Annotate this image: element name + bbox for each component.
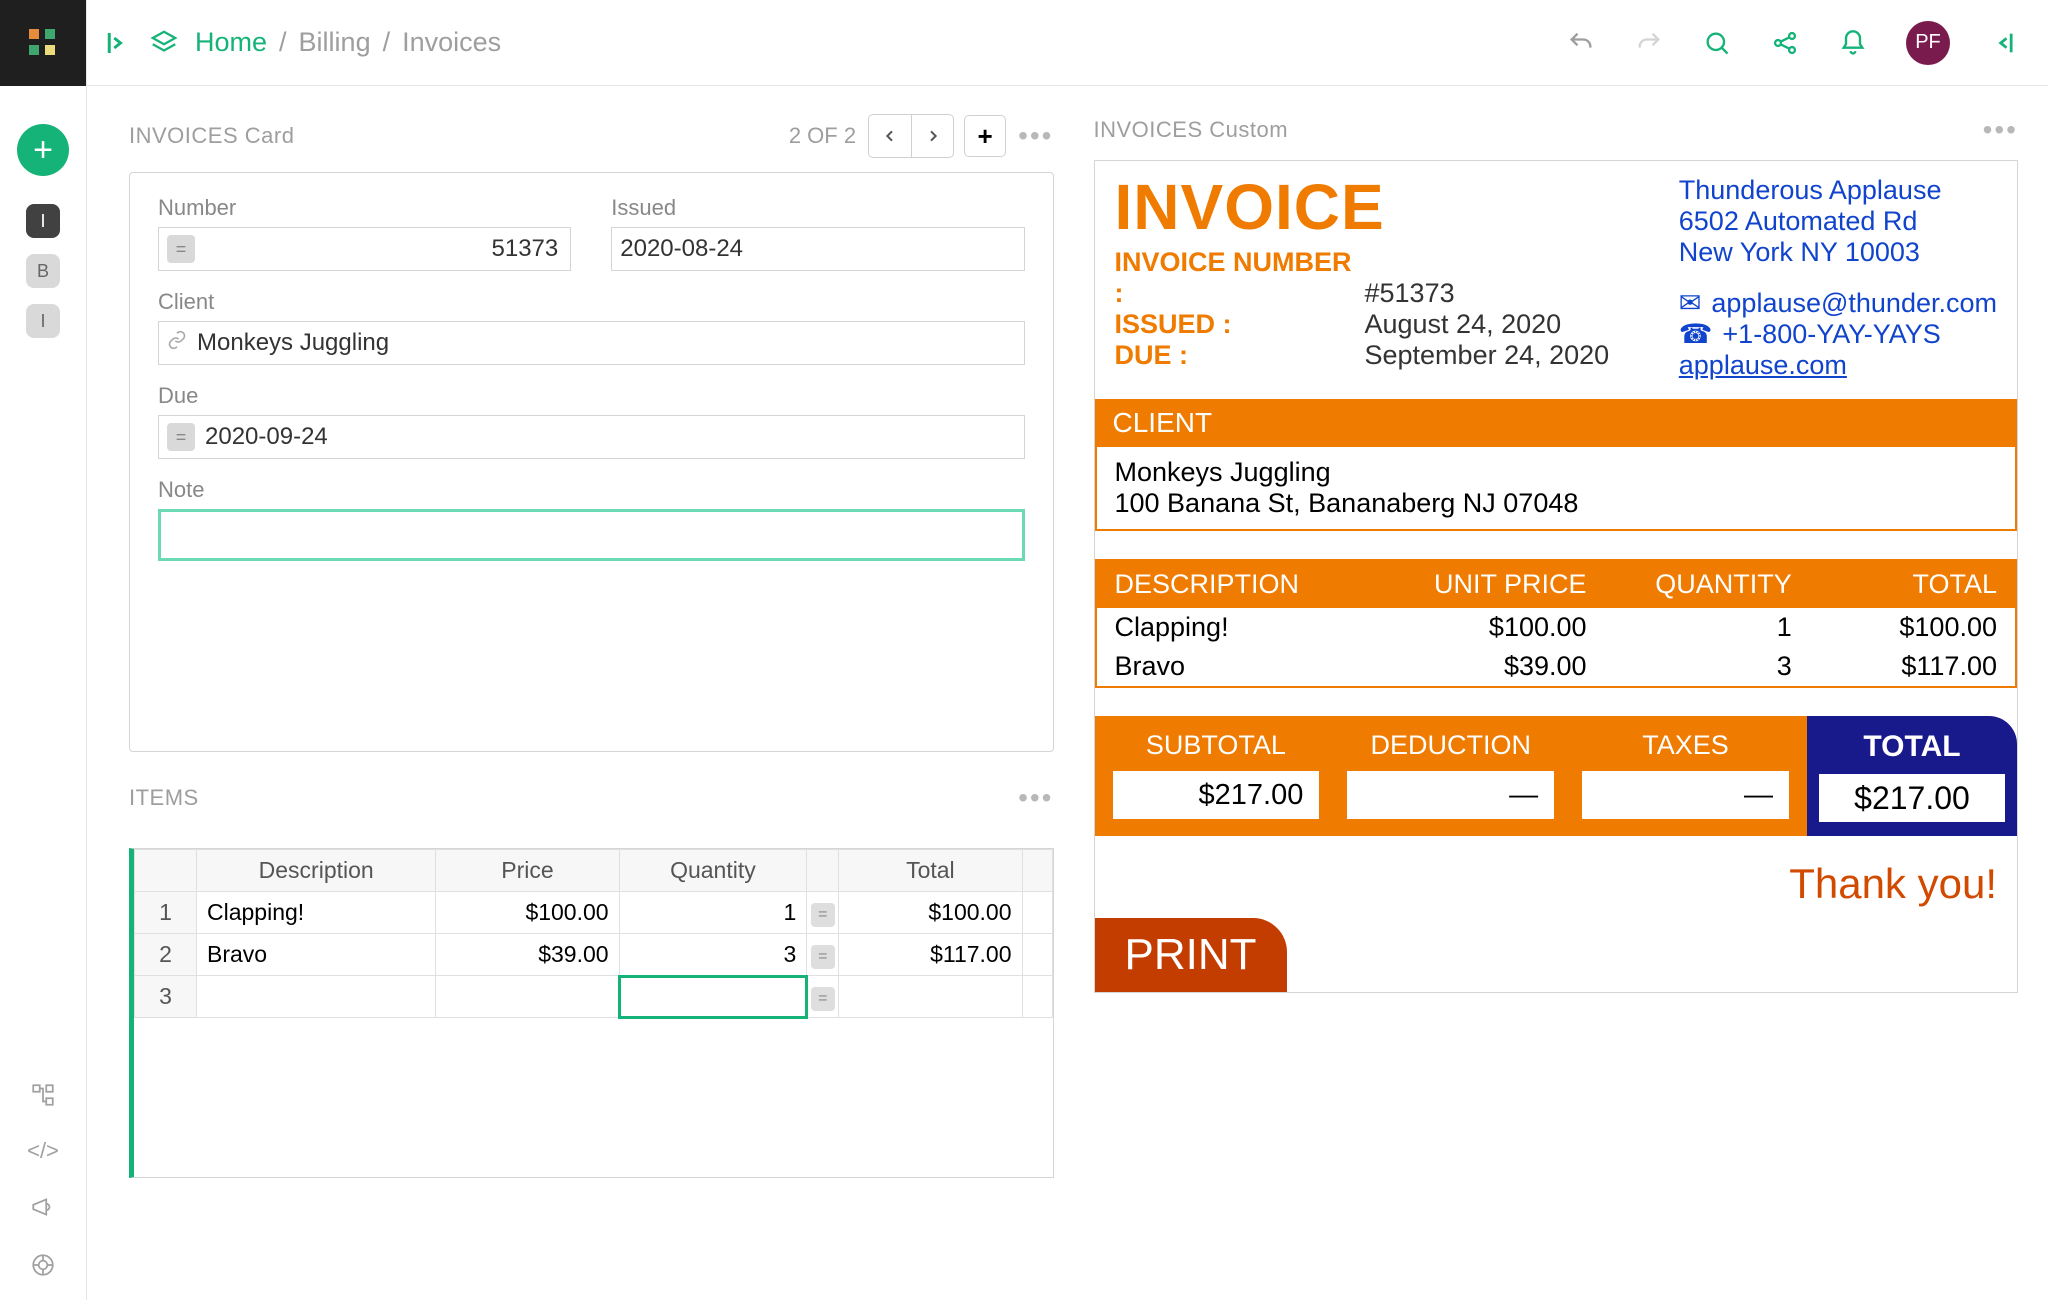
equals-icon: = [811,945,835,969]
pager [868,114,954,158]
total-value: $217.00 [1819,774,2005,822]
table-row[interactable]: 2 Bravo $39.00 3 = $117.00 [135,934,1053,976]
breadcrumb-invoices[interactable]: Invoices [402,27,501,58]
invoice-row: Bravo $39.00 3 $117.00 [1097,647,2016,686]
table-row[interactable]: 1 Clapping! $100.00 1 = $100.00 [135,892,1053,934]
sidebar-bottom-tools: </> [0,1080,86,1280]
due-input[interactable]: = 2020-09-24 [158,415,1025,459]
app-sidebar: + I B I </> [0,0,86,1300]
sidebar-item-billing[interactable]: B [26,254,60,288]
breadcrumb-home[interactable]: Home [195,27,267,58]
col-quantity[interactable]: Quantity [619,850,807,892]
items-table: Description Price Quantity Total 1 Clapp… [129,848,1054,1178]
avatar[interactable]: PF [1906,21,1950,65]
right-pane: INVOICES Custom ••• INVOICE INVOICE NUMB… [1094,114,2019,1300]
phone-icon: ☎ [1679,319,1713,350]
deduction-value: — [1347,771,1554,819]
selected-cell[interactable] [619,976,807,1018]
add-button[interactable]: + [17,124,69,176]
bell-icon[interactable] [1838,28,1868,58]
issued-label: Issued [611,195,1024,221]
share-icon[interactable] [1770,28,1800,58]
company-block: Thunderous Applause 6502 Automated Rd Ne… [1679,175,1997,381]
invoice-heading: INVOICE [1115,175,1659,239]
thank-you-text: Thank you! [1095,836,2018,908]
print-button[interactable]: PRINT [1095,918,1287,992]
pager-text: 2 OF 2 [789,123,856,149]
equals-icon: = [167,235,195,263]
topbar: Home / Billing / Invoices [87,0,2048,86]
client-block: Monkeys Juggling 100 Banana St, Bananabe… [1095,447,2018,531]
layers-icon[interactable] [149,28,179,58]
app-logo[interactable] [0,0,86,86]
sidebar-item-items[interactable]: I [26,304,60,338]
card-title: INVOICES Card [129,123,294,149]
help-icon[interactable] [28,1250,58,1280]
undo-icon[interactable] [1566,28,1596,58]
col-price[interactable]: Price [436,850,619,892]
redo-icon[interactable] [1634,28,1664,58]
preview-menu-icon[interactable]: ••• [1983,114,2018,146]
table-row[interactable]: 3 = [135,976,1053,1018]
invoice-card: Number = 51373 Issued 2020-08-24 [129,172,1054,752]
equals-icon: = [811,987,835,1011]
link-icon [167,329,187,357]
client-header: CLIENT [1095,399,2018,447]
client-input[interactable]: Monkeys Juggling [158,321,1025,365]
card-menu-icon[interactable]: ••• [1018,120,1053,152]
next-button[interactable] [911,115,953,157]
code-icon[interactable]: </> [30,1138,56,1164]
totals-row: SUBTOTAL $217.00 DEDUCTION — TAXES — [1095,716,2018,836]
sidebar-item-invoices[interactable]: I [26,204,60,238]
panel-collapse-icon[interactable] [1988,28,2018,58]
col-description[interactable]: Description [197,850,436,892]
invoice-row: Clapping! $100.00 1 $100.00 [1097,608,2016,647]
search-icon[interactable] [1702,28,1732,58]
number-label: Number [158,195,571,221]
breadcrumb-billing[interactable]: Billing [299,27,371,58]
tree-icon[interactable] [28,1080,58,1110]
company-website-link[interactable]: applause.com [1679,350,1847,380]
items-title: ITEMS [129,785,199,811]
invoice-line-items: DESCRIPTION UNIT PRICE QUANTITY TOTAL Cl… [1095,559,2018,688]
panel-expand-icon[interactable] [103,28,133,58]
issued-input[interactable]: 2020-08-24 [611,227,1024,271]
items-menu-icon[interactable]: ••• [1018,782,1053,814]
main-area: Home / Billing / Invoices [86,0,2048,1300]
number-input[interactable]: = 51373 [158,227,571,271]
breadcrumb: Home / Billing / Invoices [195,27,501,58]
equals-icon: = [167,423,195,451]
col-total[interactable]: Total [839,850,1022,892]
taxes-value: — [1582,771,1789,819]
subtotal-value: $217.00 [1113,771,1320,819]
add-record-button[interactable]: + [964,115,1006,157]
grist-logo-icon [23,23,63,63]
left-pane: INVOICES Card 2 OF 2 + ••• Number [129,114,1054,1300]
equals-icon: = [811,903,835,927]
note-label: Note [158,477,1025,503]
note-input[interactable] [158,509,1025,561]
mail-icon: ✉ [1679,288,1702,319]
client-label: Client [158,289,1025,315]
megaphone-icon[interactable] [28,1192,58,1222]
due-label: Due [158,383,1025,409]
invoice-preview: INVOICE INVOICE NUMBER :#51373 ISSUED :A… [1094,160,2019,993]
content-area: INVOICES Card 2 OF 2 + ••• Number [87,86,2048,1300]
preview-title: INVOICES Custom [1094,117,1289,143]
prev-button[interactable] [869,115,911,157]
